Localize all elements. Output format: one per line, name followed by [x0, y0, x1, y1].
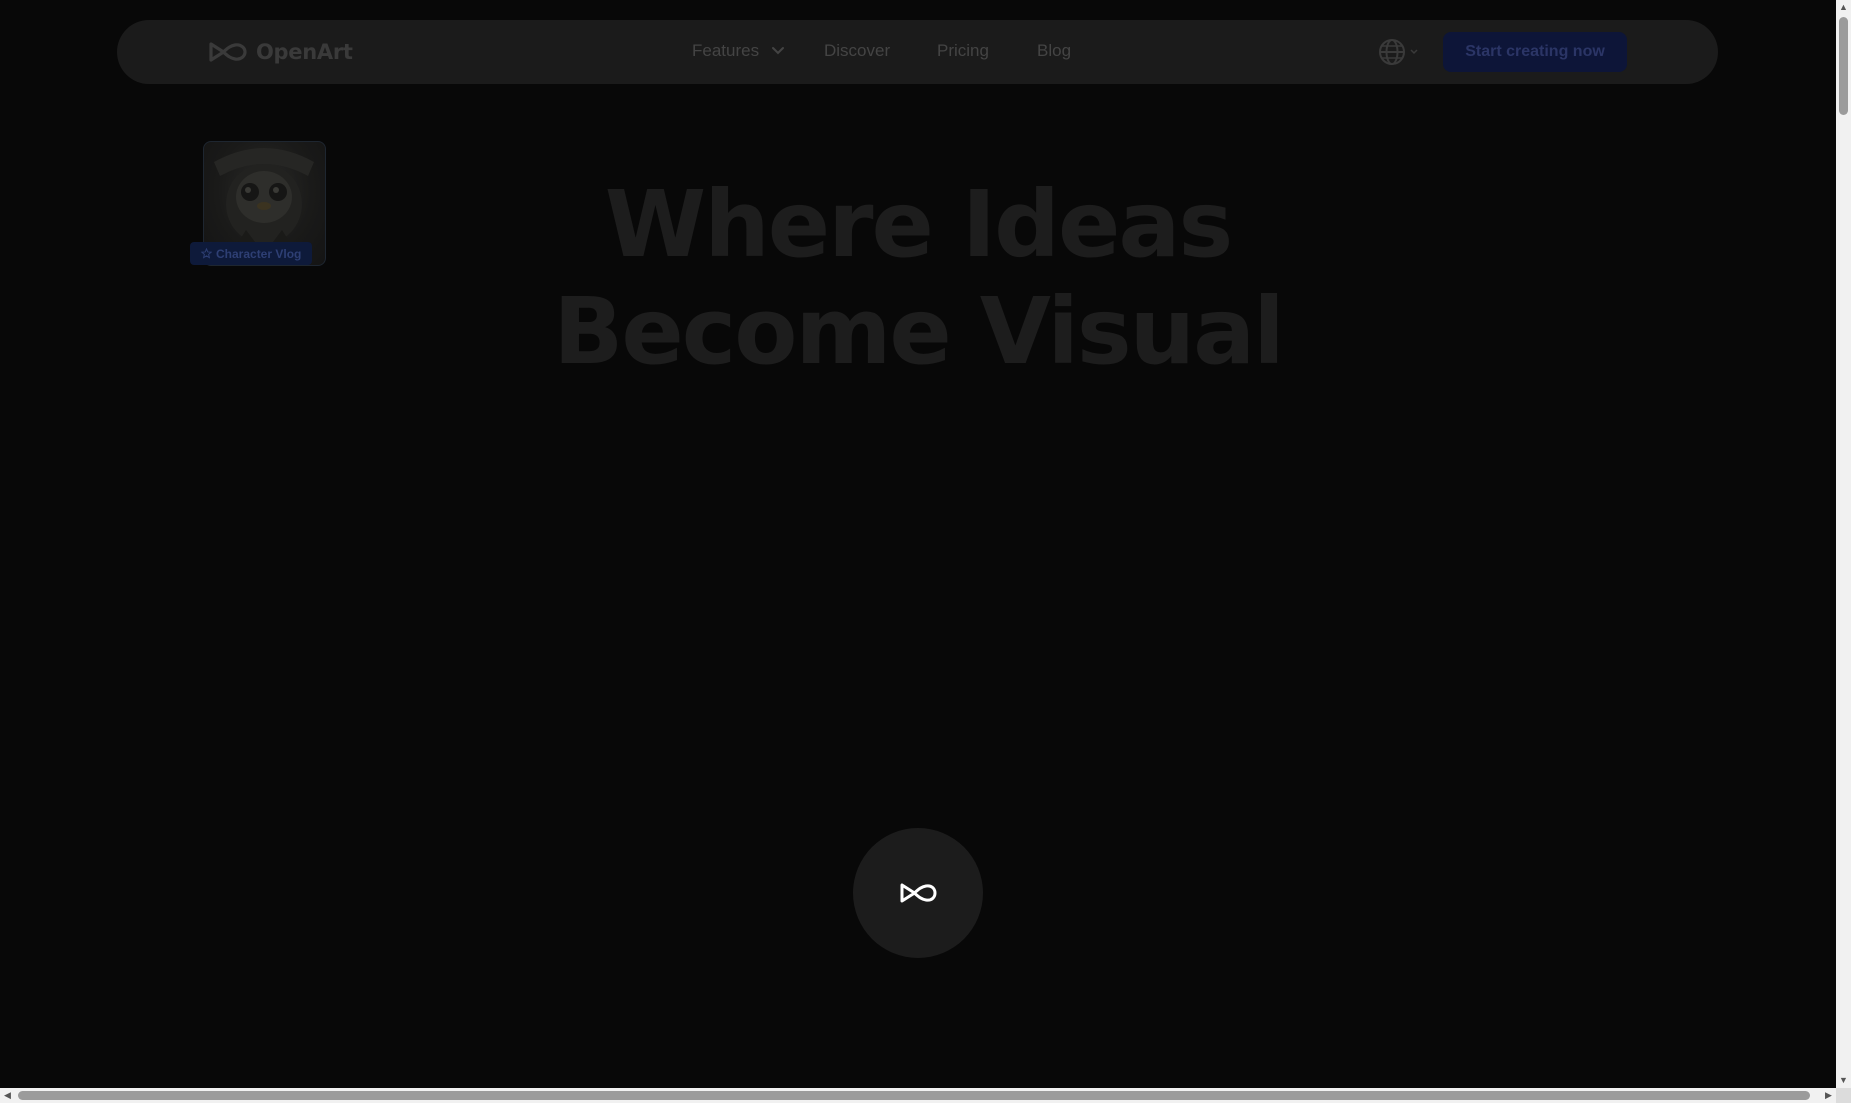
nav-pricing[interactable]: Pricing: [937, 41, 989, 61]
top-navbar: OpenArt Features Discover Pricing Blog S…: [117, 20, 1718, 84]
nav-discover[interactable]: Discover: [824, 41, 890, 61]
nav-discover-label: Discover: [824, 41, 891, 60]
hero-title-line-1: Where Ideas: [604, 171, 1234, 278]
chevron-down-icon: [1410, 49, 1418, 55]
horizontal-scroll-thumb[interactable]: [18, 1091, 1810, 1100]
nav-pricing-label: Pricing: [937, 41, 989, 60]
brand-name: OpenArt: [256, 40, 353, 64]
page-viewport: OpenArt Features Discover Pricing Blog S…: [0, 0, 1836, 1088]
scroll-down-arrow-icon[interactable]: ▼: [1836, 1073, 1851, 1088]
start-creating-button[interactable]: Start creating now: [1443, 32, 1627, 72]
scroll-right-arrow-icon[interactable]: ▶: [1821, 1088, 1836, 1103]
globe-icon: [1379, 39, 1405, 65]
scroll-left-arrow-icon[interactable]: ◀: [0, 1088, 15, 1103]
infinity-loader-icon: [900, 883, 937, 903]
vertical-scroll-thumb[interactable]: [1839, 17, 1848, 115]
scrollbar-corner: [1836, 1088, 1851, 1103]
vertical-scrollbar[interactable]: ▲ ▼: [1836, 0, 1851, 1088]
nav-features-label: Features: [692, 41, 760, 60]
infinity-logo-icon: [209, 42, 247, 62]
language-selector[interactable]: [1377, 37, 1423, 67]
nav-features[interactable]: Features: [692, 41, 785, 61]
nav-blog[interactable]: Blog: [1037, 41, 1071, 61]
chevron-down-icon: [772, 47, 785, 55]
scroll-up-arrow-icon[interactable]: ▲: [1836, 0, 1851, 15]
loading-spinner: [853, 828, 983, 958]
brand-logo[interactable]: OpenArt: [208, 38, 353, 66]
horizontal-scrollbar[interactable]: ◀ ▶: [0, 1088, 1836, 1103]
hero-title: Where Ideas Become Visual: [0, 171, 1836, 385]
nav-blog-label: Blog: [1037, 41, 1072, 60]
hero-title-line-2: Become Visual: [553, 278, 1285, 385]
